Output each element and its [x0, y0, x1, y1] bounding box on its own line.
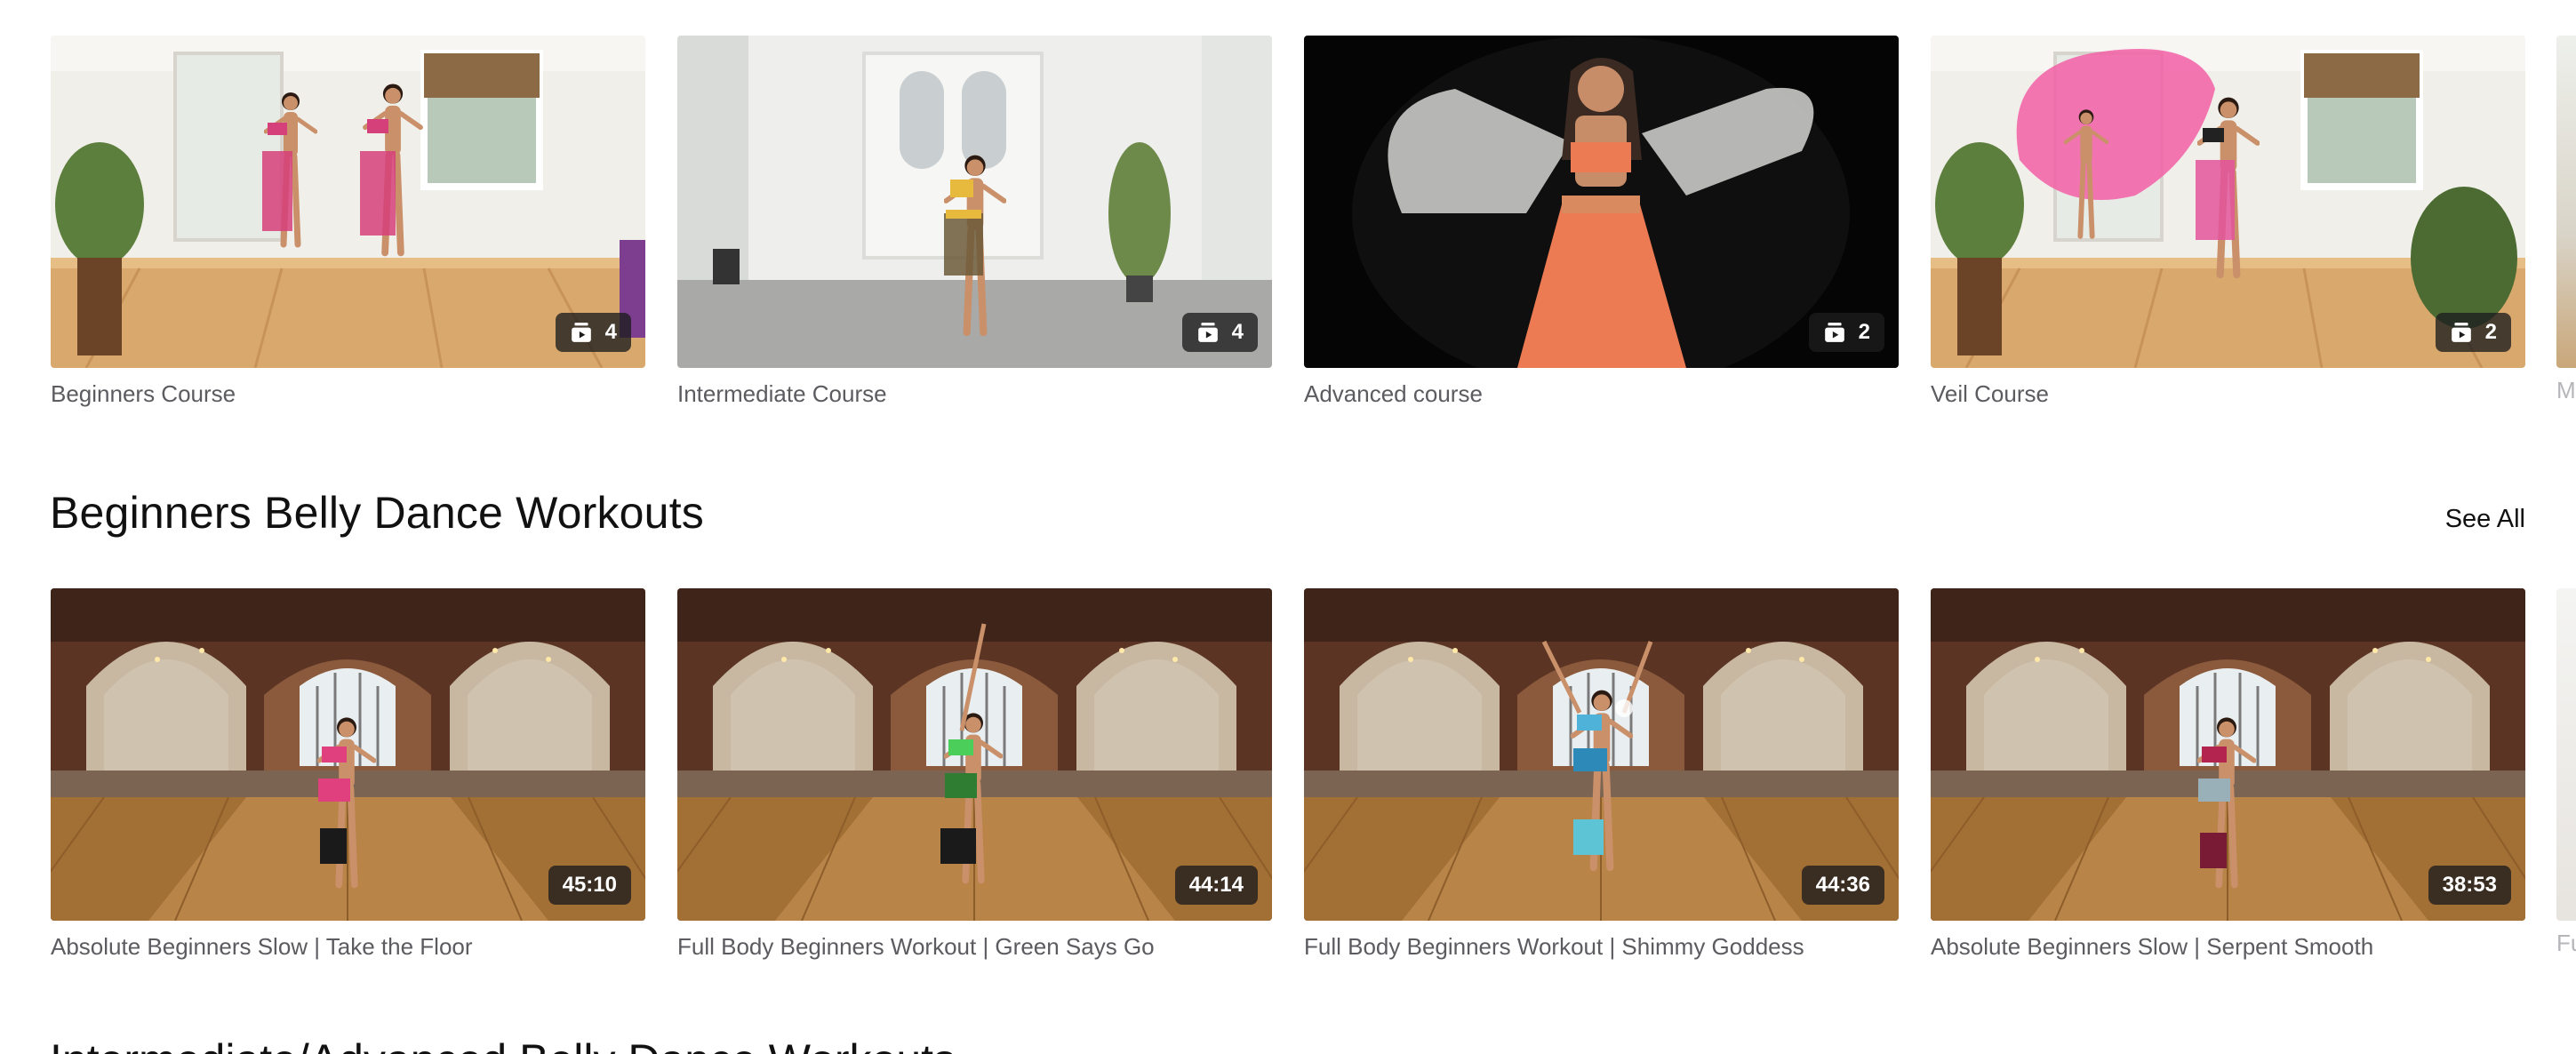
course-title[interactable]: Intermediate Course — [677, 379, 1272, 409]
next-section-title: Intermediate/Advanced Belly Dance Workou… — [50, 1034, 956, 1054]
duration: 44:36 — [1815, 873, 1870, 897]
see-all-link[interactable]: See All — [2445, 505, 2525, 534]
course-card[interactable]: 2 Veil Course — [1931, 36, 2525, 409]
workout-card[interactable]: 45:10 Absolute Beginners Slow | Take the… — [51, 588, 645, 962]
courses-row: 4 Beginners Course 4 Intermediate Course… — [51, 36, 2525, 409]
workout-card[interactable]: 38:53 Absolute Beginners Slow | Serpent … — [1931, 588, 2525, 962]
workout-title[interactable]: Full Body Beginners Workout | Shimmy God… — [1304, 931, 1899, 962]
section-title: Beginners Belly Dance Workouts — [50, 488, 704, 538]
course-thumbnail[interactable]: 4 — [677, 36, 1272, 368]
course-card[interactable]: 4 Beginners Course — [51, 36, 645, 409]
course-card[interactable]: 2 Advanced course — [1304, 36, 1899, 409]
video-count: 4 — [604, 320, 617, 344]
course-thumbnail[interactable]: 4 — [51, 36, 645, 368]
stacked-videos-icon — [571, 323, 591, 342]
duration-badge: 44:36 — [1801, 866, 1884, 905]
workout-thumbnail[interactable]: 45:10 — [51, 588, 645, 921]
workouts-row: 45:10 Absolute Beginners Slow | Take the… — [51, 588, 2525, 962]
course-thumbnail[interactable]: 2 — [1304, 36, 1899, 368]
workout-title[interactable]: Full Body Beginners Workout | Green Says… — [677, 931, 1272, 962]
course-card[interactable]: 4 Intermediate Course — [677, 36, 1272, 409]
next-workout-card-peek[interactable] — [2556, 588, 2576, 921]
duration: 45:10 — [562, 873, 617, 897]
course-title[interactable]: Beginners Course — [51, 379, 645, 409]
workout-thumbnail[interactable]: 44:14 — [677, 588, 1272, 921]
duration-badge: 38:53 — [2428, 866, 2511, 905]
video-count: 2 — [2484, 320, 2497, 344]
duration: 38:53 — [2442, 873, 2497, 897]
video-count-badge: 2 — [1808, 313, 1884, 352]
stacked-videos-icon — [1824, 323, 1844, 342]
video-count-badge: 4 — [1181, 313, 1258, 352]
workout-thumbnail[interactable]: 44:36 — [1304, 588, 1899, 921]
next-course-card-peek[interactable] — [2556, 36, 2576, 368]
duration: 44:14 — [1188, 873, 1244, 897]
stacked-videos-icon — [1197, 323, 1218, 342]
workout-thumbnail[interactable]: 38:53 — [1931, 588, 2525, 921]
workout-card[interactable]: 44:36 Full Body Beginners Workout | Shim… — [1304, 588, 1899, 962]
video-count-badge: 2 — [2435, 313, 2511, 352]
video-count-badge: 4 — [555, 313, 631, 352]
workout-title[interactable]: Absolute Beginners Slow | Take the Floor — [51, 931, 645, 962]
stacked-videos-icon — [2451, 323, 2471, 342]
workout-card[interactable]: 44:14 Full Body Beginners Workout | Gree… — [677, 588, 1272, 962]
duration-badge: 45:10 — [548, 866, 631, 905]
video-count: 4 — [1231, 320, 1244, 344]
next-workout-title-peek[interactable]: Fu — [2556, 930, 2576, 957]
workout-title[interactable]: Absolute Beginners Slow | Serpent Smooth — [1931, 931, 2525, 962]
course-thumbnail[interactable]: 2 — [1931, 36, 2525, 368]
duration-badge: 44:14 — [1174, 866, 1258, 905]
video-count: 2 — [1858, 320, 1870, 344]
course-title[interactable]: Veil Course — [1931, 379, 2525, 409]
page: 4 Beginners Course 4 Intermediate Course… — [0, 0, 2576, 1054]
course-title[interactable]: Advanced course — [1304, 379, 1899, 409]
next-course-title-peek[interactable]: M — [2556, 377, 2576, 404]
